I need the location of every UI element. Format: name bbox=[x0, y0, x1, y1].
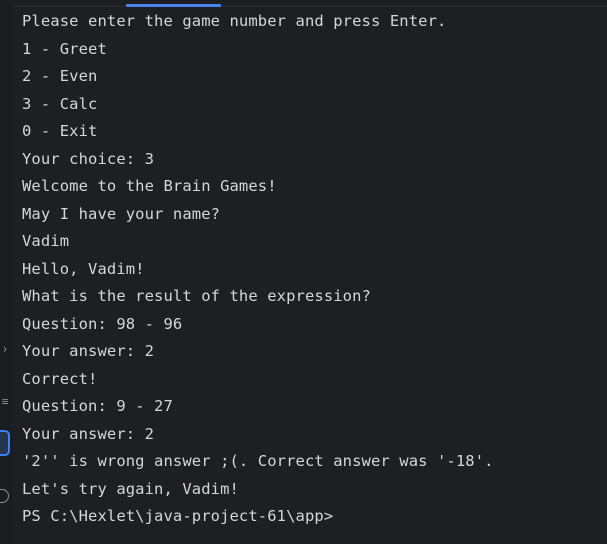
history-icon[interactable] bbox=[0, 489, 9, 503]
terminal-line: 2 - Even bbox=[22, 67, 98, 85]
terminal-line: Let's try again, Vadim! bbox=[22, 479, 239, 498]
terminal-line: 3 - Calc bbox=[22, 94, 98, 113]
terminal-line: What is the result of the expression? bbox=[22, 287, 371, 305]
terminal-line: 0 - Exit bbox=[22, 122, 98, 140]
top-divider bbox=[0, 6, 607, 7]
left-gutter: › ≡ bbox=[0, 0, 12, 544]
terminal-line: Hello, Vadim! bbox=[22, 259, 145, 278]
terminal-output[interactable]: Please enter the game number and press E… bbox=[22, 8, 607, 531]
terminal-line: 1 - Greet bbox=[22, 39, 107, 58]
terminal-line: Please enter the game number and press E… bbox=[22, 12, 447, 30]
terminal-line: Correct! bbox=[22, 369, 98, 388]
terminal-line: Vadim bbox=[22, 232, 70, 250]
terminal-line: Question: 98 - 96 bbox=[22, 314, 183, 333]
terminal-line: Question: 9 - 27 bbox=[22, 397, 173, 415]
terminal-prompt[interactable]: PS C:\Hexlet\java-project-61\app> bbox=[22, 503, 607, 531]
terminal-line: Your choice: 3 bbox=[22, 149, 155, 168]
terminal-line: '2'' is wrong answer ;(. Correct answer … bbox=[22, 452, 494, 470]
terminal-line: May I have your name? bbox=[22, 204, 221, 223]
active-tool-icon[interactable] bbox=[0, 430, 10, 456]
chevron-right-icon[interactable]: › bbox=[0, 343, 10, 355]
terminal-line: Your answer: 2 bbox=[22, 424, 155, 443]
active-tab-indicator bbox=[126, 4, 221, 7]
terminal-line: Your answer: 2 bbox=[22, 342, 155, 360]
soft-wrap-icon[interactable]: ≡ bbox=[0, 396, 10, 408]
terminal-line: Welcome to the Brain Games! bbox=[22, 177, 277, 195]
